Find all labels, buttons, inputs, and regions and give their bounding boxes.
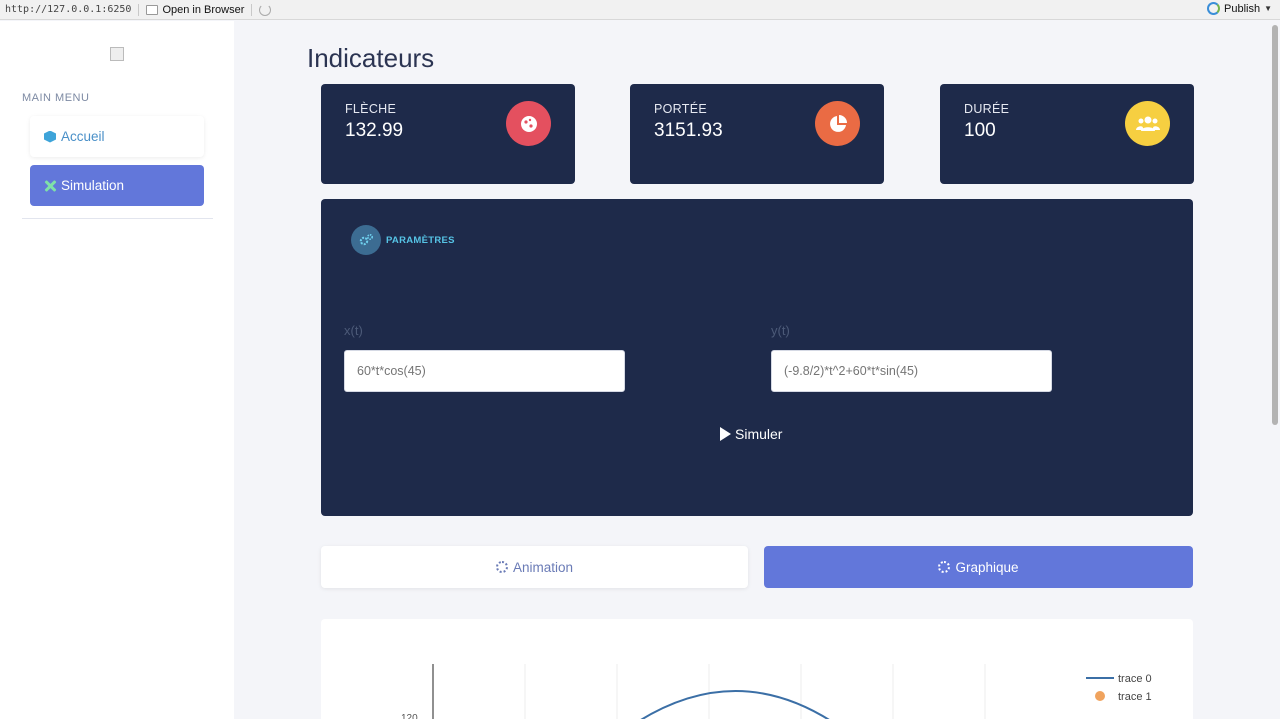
sidebar-item-simulation[interactable]: Simulation [30, 165, 204, 206]
yt-label: y(t) [771, 323, 790, 338]
y-tick-label: 120 [401, 713, 418, 719]
open-in-browser-button[interactable]: Open in Browser [146, 4, 244, 16]
chart-card: 120 trace 0 trace 1 [321, 619, 1193, 719]
chart-legend: trace 0 trace 1 [1086, 673, 1152, 703]
page-scrollbar[interactable] [1270, 21, 1280, 719]
pie-chart-icon [815, 101, 860, 146]
chart-plot: 120 trace 0 trace 1 [401, 664, 1152, 719]
parameters-title: PARAMÈTRES [386, 234, 455, 246]
toolbar-divider [138, 3, 140, 16]
toolbar-divider [251, 3, 253, 16]
open-in-browser-label: Open in Browser [162, 3, 245, 16]
legend-label: trace 1 [1118, 691, 1152, 703]
chevron-down-icon: ▼ [1264, 4, 1272, 13]
window-icon [146, 4, 159, 15]
sidebar-item-label: Accueil [61, 129, 105, 144]
sidebar-item-label: Simulation [61, 178, 125, 193]
tools-icon [44, 180, 56, 192]
tab-animation[interactable]: Animation [321, 546, 748, 588]
trace-0-line [640, 690, 830, 719]
tab-label: Graphique [955, 559, 1019, 575]
url-text: http://127.0.0.1:6250 [5, 4, 132, 15]
gear-icon [495, 561, 508, 573]
browser-toolbar: http://127.0.0.1:6250 Open in Browser Pu… [0, 0, 1280, 20]
gear-icon [938, 561, 951, 573]
publish-label: Publish [1224, 2, 1261, 15]
stat-card-duree: DURÉE 100 [940, 84, 1194, 184]
parameters-header: PARAMÈTRES [351, 225, 455, 255]
users-icon [1125, 101, 1170, 146]
parameters-panel: PARAMÈTRES x(t) y(t) Simuler [321, 199, 1193, 516]
scrollbar-thumb[interactable] [1272, 25, 1278, 425]
sidebar-item-accueil[interactable]: Accueil [30, 116, 204, 157]
simulate-label: Simuler [735, 426, 783, 442]
legend-label: trace 0 [1118, 673, 1152, 685]
publish-button[interactable]: Publish ▼ [1207, 2, 1272, 15]
publish-icon [1207, 2, 1220, 15]
legend-swatch-trace-1 [1095, 691, 1105, 701]
sidebar: MAIN MENU Accueil Simulation [0, 21, 234, 719]
xt-label: x(t) [344, 323, 363, 338]
yt-input[interactable] [771, 350, 1052, 392]
sidebar-divider [22, 218, 213, 219]
tab-label: Animation [512, 559, 574, 575]
stat-card-portee: PORTÉE 3151.93 [630, 84, 884, 184]
tab-graphique[interactable]: Graphique [764, 546, 1193, 588]
cube-icon [44, 130, 56, 143]
page-title: Indicateurs [307, 43, 435, 73]
simulate-button[interactable]: Simuler [720, 426, 782, 442]
gears-icon [351, 225, 381, 255]
menu-title: MAIN MENU [22, 92, 90, 104]
cookie-icon [506, 101, 551, 146]
xt-input[interactable] [344, 350, 625, 392]
stat-card-fleche: FLÈCHE 132.99 [321, 84, 575, 184]
broken-image-icon [110, 47, 124, 61]
play-icon [720, 427, 731, 441]
refresh-icon[interactable] [259, 3, 272, 16]
